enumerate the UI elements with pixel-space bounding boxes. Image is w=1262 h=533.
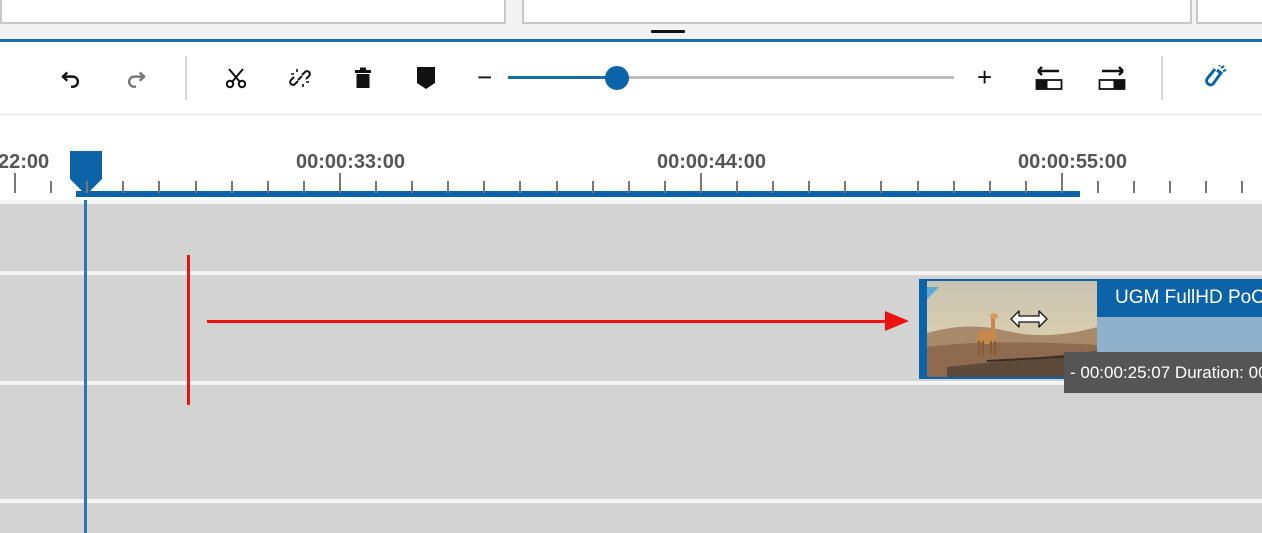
ruler-label: 22:00 <box>0 151 50 173</box>
center-panel <box>522 0 1192 24</box>
ruler-tick <box>447 181 449 193</box>
ripple-left-button[interactable] <box>1031 60 1067 96</box>
ruler-tick <box>122 181 124 193</box>
ruler-tick <box>1061 173 1063 193</box>
ripple-right-button[interactable] <box>1094 60 1130 96</box>
redo-button[interactable] <box>118 60 154 96</box>
ruler-tick <box>664 181 666 193</box>
panel-splitter-handle[interactable] <box>651 30 685 33</box>
ruler-label: 00:00:33:00 <box>296 151 405 173</box>
ruler-tick <box>86 181 88 193</box>
clip-title: UGM FullHD PoC <box>1115 287 1262 308</box>
ruler-tick <box>1097 181 1099 193</box>
ruler-tick <box>339 173 341 193</box>
ruler-tick <box>808 181 810 193</box>
ruler-tick <box>628 181 630 193</box>
clip-tooltip: - 00:00:25:07 Duration: 00 <box>1064 352 1262 393</box>
annotation-start-line <box>187 255 190 405</box>
unlink-icon <box>289 69 311 87</box>
preview-panel-area <box>0 0 1262 40</box>
resize-cursor-icon <box>1010 310 1048 328</box>
timeline-toolbar: − + <box>0 42 1262 115</box>
trash-icon <box>355 67 371 88</box>
ruler-tick <box>772 181 774 193</box>
zoom-out-button[interactable]: − <box>477 64 492 90</box>
redo-icon <box>128 71 146 88</box>
ruler-tick <box>1133 181 1135 193</box>
clip-corner-marker <box>927 287 939 299</box>
undo-icon <box>61 71 79 88</box>
ruler-label: 00:00:55:00 <box>1018 151 1127 173</box>
ruler-tick <box>50 181 52 193</box>
annotation-arrow-shaft <box>207 320 892 323</box>
align-right-icon <box>1098 66 1126 90</box>
toolbar-separator <box>185 56 187 100</box>
marker-icon <box>417 67 435 89</box>
align-left-icon <box>1035 66 1063 90</box>
ruler-tick <box>375 181 377 193</box>
timeline-ruler[interactable]: 22:00 00:00:33:00 00:00:44:00 00:00:55:0… <box>0 115 1262 200</box>
snap-button[interactable] <box>1196 60 1232 96</box>
zoom-in-button[interactable]: + <box>977 64 992 90</box>
ruler-tick <box>1169 181 1171 193</box>
annotation-arrow-head <box>885 311 909 331</box>
ruler-tick <box>880 181 882 193</box>
ruler-tick <box>483 181 485 193</box>
snap-magnet-icon <box>1205 65 1227 87</box>
ruler-tick <box>953 181 955 193</box>
ruler-tick <box>844 181 846 193</box>
ruler-tick <box>158 181 160 193</box>
detach-audio-button[interactable] <box>282 60 318 96</box>
track-divider <box>0 200 1262 204</box>
toolbar-separator <box>1161 56 1163 100</box>
ruler-tick <box>231 181 233 193</box>
ruler-tick <box>303 181 305 193</box>
ruler-tick <box>700 173 702 193</box>
ruler-tick <box>592 181 594 193</box>
ruler-tick <box>989 181 991 193</box>
ruler-tick <box>556 181 558 193</box>
ruler-label: 00:00:44:00 <box>657 151 766 173</box>
undo-button[interactable] <box>53 60 89 96</box>
ruler-tick <box>14 173 16 193</box>
zoom-slider-fill <box>508 76 616 79</box>
ruler-tick <box>1241 181 1243 193</box>
ruler-tick <box>917 181 919 193</box>
split-button[interactable] <box>218 60 254 96</box>
ruler-tick <box>411 181 413 193</box>
timeline-range-bar <box>76 191 1080 197</box>
ruler-tick <box>736 181 738 193</box>
scissors-icon <box>225 68 247 89</box>
ruler-tick <box>1205 181 1207 193</box>
ruler-tick <box>1025 181 1027 193</box>
delete-button[interactable] <box>345 60 381 96</box>
ruler-tick <box>267 181 269 193</box>
left-panel <box>0 0 506 24</box>
playhead-line <box>84 200 87 533</box>
ruler-tick <box>195 181 197 193</box>
track-divider <box>0 499 1262 503</box>
zoom-slider-thumb[interactable] <box>605 66 629 90</box>
add-marker-button[interactable] <box>408 60 444 96</box>
ruler-tick <box>519 181 521 193</box>
right-panel <box>1196 0 1262 24</box>
